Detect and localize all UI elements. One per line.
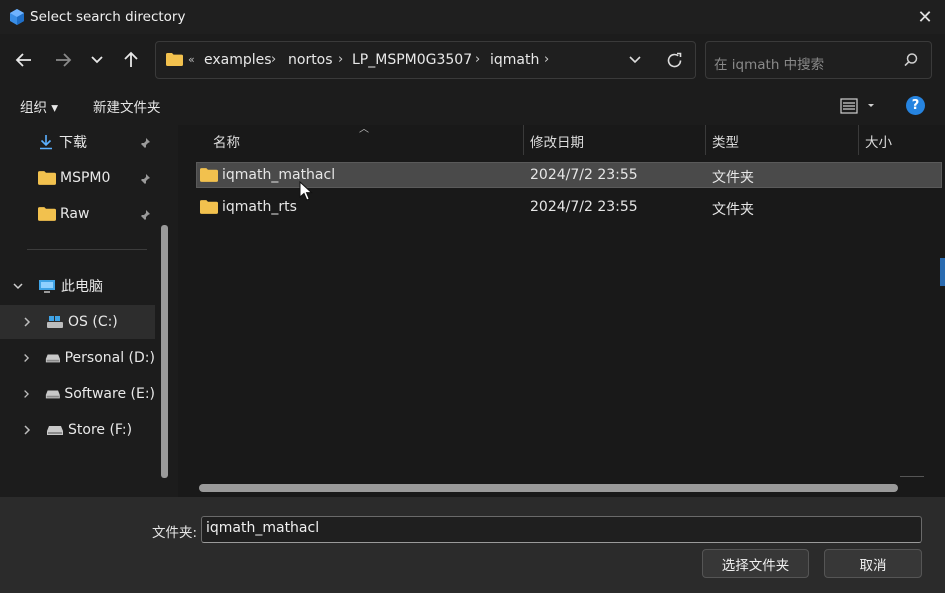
column-header-size[interactable]: 大小 bbox=[865, 131, 892, 151]
column-divider[interactable] bbox=[523, 125, 524, 155]
list-view-icon bbox=[840, 98, 874, 114]
nav-item-label: 下载 bbox=[59, 135, 87, 151]
nav-item-drive-c[interactable]: OS (C:) bbox=[0, 305, 155, 339]
file-name[interactable]: iqmath_rts bbox=[222, 199, 297, 215]
divider-line bbox=[900, 476, 924, 477]
nav-item-label: MSPM0 bbox=[60, 170, 111, 186]
nav-item-mspm0[interactable]: MSPM0 bbox=[0, 161, 155, 195]
os-drive-icon bbox=[47, 316, 63, 328]
breadcrumb-item[interactable]: examples bbox=[204, 52, 272, 68]
mouse-cursor-icon bbox=[299, 181, 313, 201]
nav-divider bbox=[27, 249, 147, 250]
chevron-down-icon bbox=[629, 56, 641, 64]
folder-name-label: 文件夹: bbox=[152, 525, 198, 541]
select-folder-button[interactable]: 选择文件夹 bbox=[702, 549, 809, 578]
sort-ascending-icon: ︿ bbox=[359, 124, 369, 135]
nav-item-label: 此电脑 bbox=[61, 279, 103, 295]
app-cube-icon bbox=[10, 9, 24, 25]
search-input[interactable]: 在 iqmath 中搜索 bbox=[714, 53, 824, 73]
forward-button[interactable] bbox=[49, 45, 77, 75]
address-dropdown-button[interactable] bbox=[623, 48, 647, 72]
arrow-up-icon bbox=[124, 51, 138, 67]
file-name[interactable]: iqmath_mathacl bbox=[222, 167, 335, 183]
window-title: Select search directory bbox=[30, 9, 186, 25]
refresh-button[interactable] bbox=[661, 48, 687, 72]
up-button[interactable] bbox=[117, 45, 145, 75]
nav-item-label: Personal (D:) bbox=[64, 350, 155, 366]
chevron-right-icon[interactable] bbox=[22, 424, 32, 436]
breadcrumb-separator[interactable]: › bbox=[338, 52, 343, 67]
back-button[interactable] bbox=[10, 45, 38, 75]
column-header-modified[interactable]: 修改日期 bbox=[530, 131, 584, 151]
breadcrumb-separator[interactable]: › bbox=[271, 52, 276, 67]
column-header-type[interactable]: 类型 bbox=[712, 131, 739, 151]
arrow-right-icon bbox=[56, 53, 72, 67]
folder-icon bbox=[166, 53, 183, 66]
drive-icon bbox=[45, 390, 60, 399]
cancel-button[interactable]: 取消 bbox=[824, 549, 922, 578]
file-modified: 2024/7/2 23:55 bbox=[530, 199, 638, 215]
nav-item-raw[interactable]: Raw bbox=[0, 197, 155, 231]
file-type: 文件夹 bbox=[712, 202, 754, 218]
nav-item-label: OS (C:) bbox=[68, 314, 118, 330]
breadcrumb-separator[interactable]: › bbox=[475, 52, 480, 67]
breadcrumb-item[interactable]: nortos bbox=[288, 52, 333, 68]
drive-icon bbox=[47, 426, 63, 435]
folder-icon bbox=[200, 200, 218, 214]
arrow-left-icon bbox=[15, 53, 31, 67]
download-icon bbox=[40, 135, 52, 150]
column-header-name[interactable]: 名称 bbox=[213, 131, 240, 151]
folder-icon bbox=[200, 168, 218, 182]
breadcrumb-item[interactable]: iqmath bbox=[490, 52, 539, 68]
search-box[interactable]: 在 iqmath 中搜索 bbox=[705, 41, 932, 79]
help-button[interactable]: ? bbox=[906, 96, 925, 115]
chevron-right-icon[interactable] bbox=[22, 316, 32, 328]
pin-icon[interactable] bbox=[139, 137, 151, 149]
column-divider[interactable] bbox=[705, 125, 706, 155]
footer-panel bbox=[0, 497, 945, 593]
nav-item-label: Software (E:) bbox=[64, 386, 155, 402]
breadcrumb-overflow[interactable]: « bbox=[188, 53, 195, 66]
chevron-down-icon bbox=[91, 56, 103, 64]
column-divider[interactable] bbox=[858, 125, 859, 155]
nav-item-label: Store (F:) bbox=[68, 422, 133, 438]
nav-item-drive-d[interactable]: Personal (D:) bbox=[0, 341, 155, 375]
close-button[interactable]: ✕ bbox=[905, 0, 945, 34]
nav-item-downloads[interactable]: 下载 bbox=[0, 125, 155, 159]
search-icon[interactable] bbox=[903, 52, 919, 68]
folder-name-field[interactable]: iqmath_mathacl bbox=[201, 516, 922, 543]
nav-item-this-pc[interactable]: 此电脑 bbox=[0, 269, 155, 303]
chevron-right-icon[interactable] bbox=[22, 388, 31, 400]
folder-icon bbox=[38, 171, 56, 185]
breadcrumb-separator[interactable]: › bbox=[544, 52, 549, 67]
computer-icon bbox=[39, 279, 55, 293]
nav-scrollbar[interactable] bbox=[161, 225, 168, 478]
chevron-right-icon[interactable] bbox=[22, 352, 31, 364]
breadcrumb-item[interactable]: LP_MSPM0G3507 bbox=[352, 52, 472, 68]
pin-icon[interactable] bbox=[139, 209, 151, 221]
refresh-icon bbox=[667, 52, 681, 67]
pin-icon[interactable] bbox=[139, 173, 151, 185]
address-bar[interactable]: « examples › nortos › LP_MSPM0G3507 › iq… bbox=[155, 41, 696, 79]
drive-icon bbox=[45, 354, 60, 363]
view-options-button[interactable] bbox=[840, 96, 880, 116]
file-modified: 2024/7/2 23:55 bbox=[530, 167, 638, 183]
scroll-indicator bbox=[940, 258, 945, 286]
file-type: 文件夹 bbox=[712, 170, 754, 186]
nav-item-drive-e[interactable]: Software (E:) bbox=[0, 377, 155, 411]
recent-locations-button[interactable] bbox=[83, 45, 111, 75]
new-folder-button[interactable]: 新建文件夹 bbox=[93, 96, 161, 116]
organize-menu[interactable]: 组织 ▾ bbox=[20, 96, 58, 116]
folder-icon bbox=[38, 207, 56, 221]
nav-item-label: Raw bbox=[60, 206, 90, 222]
nav-item-drive-f[interactable]: Store (F:) bbox=[0, 413, 155, 447]
chevron-down-icon[interactable] bbox=[12, 281, 24, 291]
horizontal-scrollbar[interactable] bbox=[199, 484, 898, 492]
